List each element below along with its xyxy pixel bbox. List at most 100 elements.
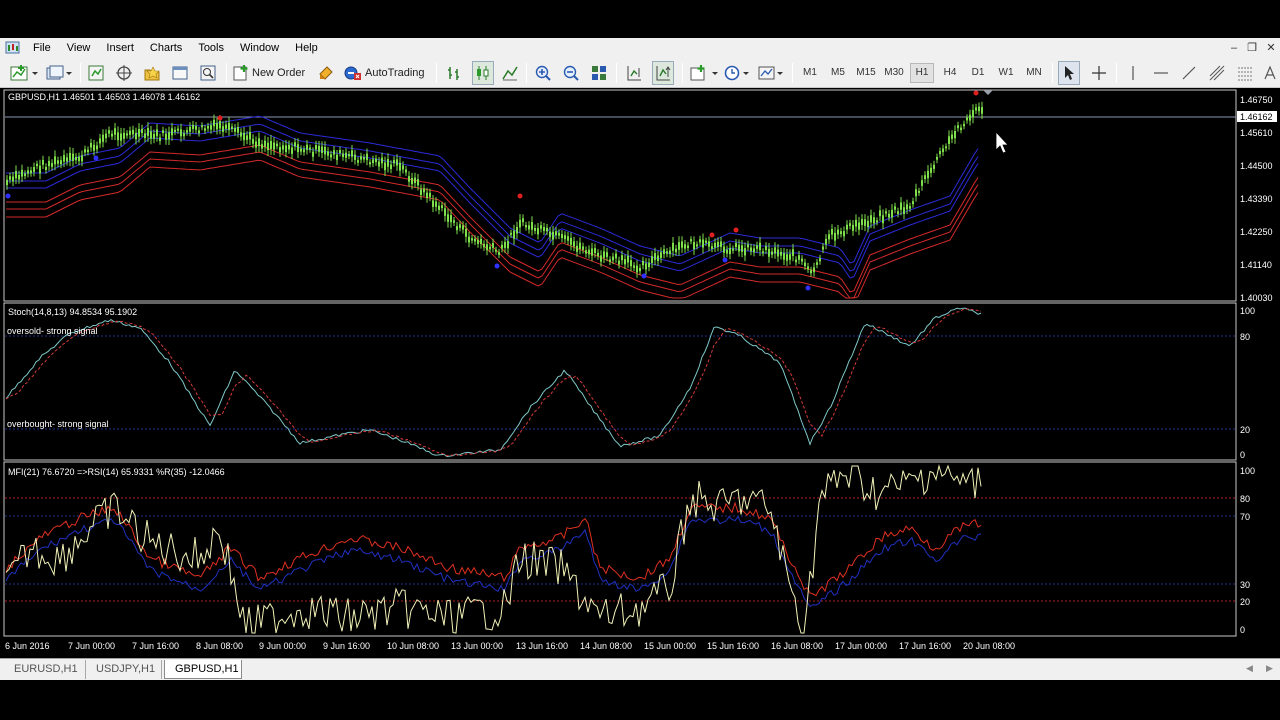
candle-body — [96, 145, 98, 150]
menu-tools[interactable]: Tools — [190, 38, 232, 58]
candle-body — [429, 192, 431, 198]
chart-shift-icon — [627, 66, 641, 81]
mfi-level-tick: 100 — [1240, 466, 1255, 476]
menu-file[interactable]: File — [25, 38, 59, 58]
horizontal-line-tool-button[interactable] — [1150, 61, 1172, 85]
timeframe-h4[interactable]: H4 — [938, 63, 962, 83]
candle-body — [816, 262, 818, 265]
text-tool-button[interactable] — [1262, 61, 1278, 85]
tab-usdjpy[interactable]: USDJPY,H1 — [86, 660, 162, 679]
candle-body — [252, 138, 254, 144]
data-window-button[interactable] — [114, 61, 134, 85]
timeframe-m15[interactable]: M15 — [854, 63, 878, 83]
candle-body — [186, 130, 188, 133]
candle-body — [714, 242, 716, 248]
profiles-button[interactable] — [44, 61, 74, 85]
price-tick: 1.46750 — [1240, 95, 1273, 105]
line-chart-button[interactable] — [500, 61, 520, 85]
market-watch-button[interactable] — [86, 61, 106, 85]
candle-body — [138, 129, 140, 137]
indicators-button[interactable] — [688, 61, 720, 85]
candlestick-button[interactable] — [472, 61, 494, 85]
fibonacci-icon — [1238, 67, 1252, 81]
menu-view[interactable]: View — [59, 38, 99, 58]
candle-body — [486, 244, 488, 251]
candle-body — [294, 142, 296, 147]
timeframe-w1[interactable]: W1 — [994, 63, 1018, 83]
trendline-icon — [1182, 66, 1196, 80]
metaeditor-button[interactable] — [316, 61, 336, 85]
timeframe-m5[interactable]: M5 — [826, 63, 850, 83]
periods-button[interactable] — [722, 61, 752, 85]
fibonacci-tool-button[interactable] — [1234, 61, 1256, 85]
candle-body — [831, 229, 833, 235]
time-tick: 20 Jun 08:00 — [963, 641, 1015, 651]
tile-windows-button[interactable] — [589, 61, 609, 85]
candle-body — [240, 132, 242, 137]
candle-body — [90, 143, 92, 148]
menu-help[interactable]: Help — [287, 38, 326, 58]
candle-body — [675, 248, 677, 253]
bar-chart-button[interactable] — [444, 61, 464, 85]
minimize-icon[interactable]: – — [1225, 38, 1243, 58]
tab-gbpusd[interactable]: GBPUSD,H1 — [164, 660, 242, 679]
candle-body — [885, 211, 887, 214]
candle-body — [870, 215, 872, 223]
candle-body — [843, 231, 845, 237]
tab-eurusd[interactable]: EURUSD,H1 — [4, 660, 86, 679]
signal-dot — [641, 273, 647, 279]
auto-scroll-button[interactable] — [652, 61, 674, 85]
autotrading-button[interactable]: AutoTrading — [342, 61, 428, 85]
candle-body — [633, 265, 635, 268]
menu-insert[interactable]: Insert — [98, 38, 142, 58]
navigator-button[interactable] — [142, 61, 162, 85]
candle-body — [522, 218, 524, 223]
close-icon[interactable]: ✕ — [1262, 38, 1280, 58]
crosshair-target-icon — [116, 65, 132, 81]
templates-button[interactable] — [756, 61, 786, 85]
candle-body — [276, 143, 278, 147]
time-tick: 6 Jun 2016 — [5, 641, 50, 651]
new-order-button[interactable]: New Order — [232, 61, 308, 85]
candle-body — [12, 176, 14, 182]
timeframe-mn[interactable]: MN — [1022, 63, 1046, 83]
restore-icon[interactable]: ❐ — [1243, 38, 1261, 58]
candle-body — [105, 133, 107, 139]
candle-body — [417, 179, 419, 186]
vertical-line-tool-button[interactable] — [1122, 61, 1144, 85]
mouse-cursor-icon — [995, 130, 1009, 154]
tab-scroll-left-icon[interactable]: ◀ — [1246, 663, 1253, 674]
strategy-tester-button[interactable] — [198, 61, 218, 85]
candle-body — [639, 267, 641, 272]
terminal-button[interactable] — [170, 61, 190, 85]
timeframe-d1[interactable]: D1 — [966, 63, 990, 83]
zoom-in-button[interactable] — [533, 61, 553, 85]
cursor-tool-button[interactable] — [1058, 61, 1080, 85]
candle-body — [306, 144, 308, 150]
candle-body — [273, 142, 275, 150]
candle-body — [66, 157, 68, 162]
signal-dot — [973, 90, 979, 96]
candle-body — [258, 138, 260, 147]
tab-scroll-right-icon[interactable]: ▶ — [1266, 663, 1273, 674]
candle-body — [69, 152, 71, 161]
channel-tool-button[interactable] — [1206, 61, 1228, 85]
candle-body — [228, 122, 230, 131]
menu-charts[interactable]: Charts — [142, 38, 190, 58]
crosshair-tool-button[interactable] — [1088, 61, 1110, 85]
chart-canvas[interactable]: GBPUSD,H1 1.46501 1.46503 1.46078 1.4616… — [0, 88, 1280, 658]
trendline-tool-button[interactable] — [1178, 61, 1200, 85]
time-tick: 15 Jun 00:00 — [644, 641, 696, 651]
new-chart-button[interactable] — [8, 61, 40, 85]
candle-body — [330, 154, 332, 158]
timeframe-h1[interactable]: H1 — [910, 63, 934, 83]
chart-shift-marker-icon[interactable] — [983, 90, 993, 95]
timeframe-m1[interactable]: M1 — [798, 63, 822, 83]
timeframe-m30[interactable]: M30 — [882, 63, 906, 83]
menu-window[interactable]: Window — [232, 38, 287, 58]
candle-body — [801, 258, 803, 262]
chart-shift-button[interactable] — [624, 61, 644, 85]
zoom-out-button[interactable] — [561, 61, 581, 85]
chart-window[interactable]: GBPUSD,H1 1.46501 1.46503 1.46078 1.4616… — [0, 88, 1280, 658]
candle-body — [408, 176, 410, 182]
